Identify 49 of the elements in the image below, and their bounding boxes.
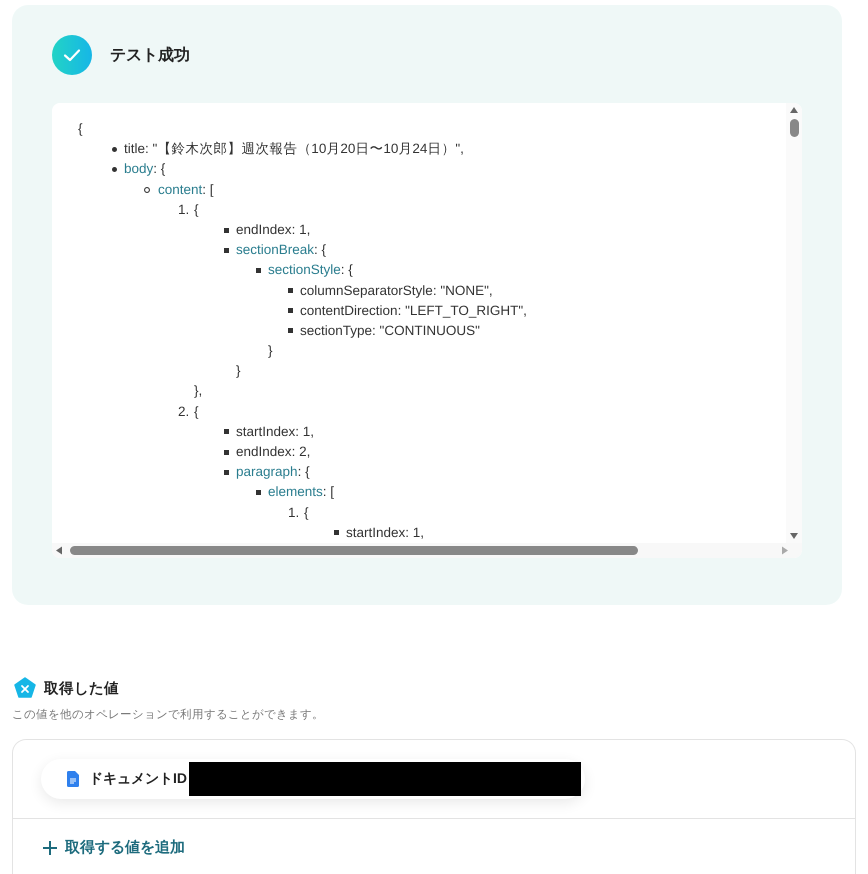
section-description: この値を他のオペレーションで利用することができます。 (12, 708, 324, 722)
bullet-icon (334, 530, 339, 536)
code-line: sectionBreak: { (236, 241, 326, 260)
code-line: content: [ (158, 180, 214, 199)
code-line: sectionType: "CONTINUOUS" (300, 322, 480, 340)
bullet-icon (224, 450, 229, 455)
bullet-icon (112, 146, 117, 152)
variable-icon (14, 677, 36, 699)
bullet-icon (224, 470, 229, 475)
value-label: ドキュメントID (89, 770, 187, 788)
list-number: 1. (288, 504, 300, 522)
code-line: elements: [ (268, 483, 334, 502)
code-line: startIndex: 1, (236, 422, 314, 441)
bullet-icon (288, 328, 293, 334)
code-line: title: "【鈴木次郎】週次報告（10月20日〜10月24日）", (124, 140, 464, 158)
code-line: endIndex: 2, (236, 443, 310, 461)
code-line: startIndex: 1, (346, 524, 424, 542)
code-line: body: { (124, 160, 166, 178)
code-line: endIndex: 1, (236, 220, 310, 239)
bullet-icon (224, 228, 229, 233)
horizontal-scrollbar[interactable] (52, 543, 802, 558)
code-line: }, (194, 382, 202, 400)
code-line: { (194, 200, 199, 219)
bullet-icon (112, 166, 117, 172)
list-number: 2. (178, 402, 190, 421)
list-number: 1. (178, 200, 190, 219)
code-line: paragraph: { (236, 463, 310, 482)
bullet-icon (224, 429, 229, 434)
result-title: テスト成功 (110, 46, 190, 66)
document-icon (67, 771, 79, 787)
vertical-scrollbar[interactable] (786, 103, 802, 543)
add-value-button[interactable]: 取得する値を追加 (43, 838, 185, 857)
code-line: } (236, 362, 241, 380)
code-line: contentDirection: "LEFT_TO_RIGHT", (300, 302, 527, 320)
code-line: } (268, 342, 273, 360)
bullet-icon (224, 248, 229, 253)
section-title: 取得した値 (44, 680, 119, 698)
code-line: { (304, 504, 309, 522)
bullet-icon (288, 308, 293, 314)
code-line: columnSeparatorStyle: "NONE", (300, 282, 493, 300)
bullet-icon (256, 490, 261, 495)
code-line: sectionStyle: { (268, 261, 353, 280)
bullet-icon (288, 288, 293, 294)
bullet-icon (144, 186, 150, 193)
bullet-icon (256, 268, 261, 273)
plus-icon (43, 840, 57, 854)
code-line: { (78, 120, 83, 138)
value-chip[interactable]: ドキュメントID (41, 759, 585, 799)
code-line: { (194, 402, 199, 421)
